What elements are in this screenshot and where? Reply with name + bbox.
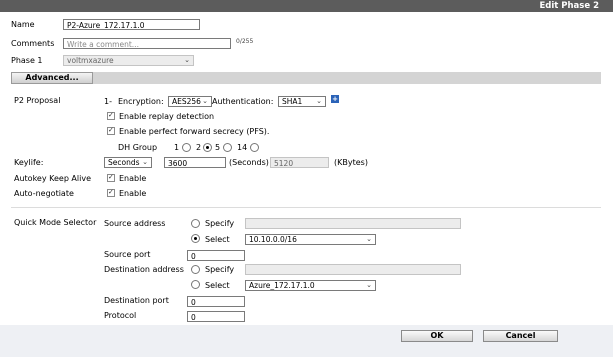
autonegotiate-enable-label: Enable <box>119 189 147 198</box>
chevron-down-icon: ⌄ <box>142 158 148 166</box>
dh-radio-14[interactable] <box>250 143 259 152</box>
keylife-unit-value: Seconds <box>108 158 140 167</box>
name-input[interactable]: P2-Azure_172.17.1.0 <box>63 19 200 30</box>
autonegotiate-checkbox[interactable]: ✓ <box>107 188 115 197</box>
comments-counter: 0/255 <box>236 38 254 45</box>
authentication-select[interactable]: SHA1 ⌄ <box>278 96 326 107</box>
title-bar: Edit Phase 2 <box>0 0 613 12</box>
source-port-input[interactable]: 0 <box>187 250 245 261</box>
destination-specify-radio[interactable] <box>191 265 200 274</box>
autokey-enable-label: Enable <box>119 174 147 183</box>
destination-address-select[interactable]: Azure_172.17.1.0 ⌄ <box>245 280 376 291</box>
pfs-label: Enable perfect forward secrecy (PFS). <box>119 127 270 136</box>
autokey-label: Autokey Keep Alive <box>14 174 92 183</box>
phase1-label: Phase 1 <box>11 56 43 65</box>
dialog-title: Edit Phase 2 <box>539 1 599 11</box>
chevron-down-icon: ⌄ <box>202 97 208 105</box>
replay-detection-checkbox[interactable]: ✓ <box>107 111 115 120</box>
comments-input[interactable]: Write a comment... <box>63 38 231 49</box>
keylife-seconds-input[interactable]: 3600 <box>164 157 226 168</box>
comments-label: Comments <box>11 39 55 48</box>
encryption-label: Encryption: <box>118 97 164 106</box>
destination-select-label: Select <box>205 281 230 290</box>
source-specify-input[interactable] <box>245 218 461 229</box>
authentication-label: Authentication: <box>212 97 274 106</box>
source-specify-label: Specify <box>205 219 235 228</box>
destination-specify-input[interactable] <box>245 264 461 275</box>
name-label: Name <box>11 20 35 29</box>
quick-mode-selector-label: Quick Mode Selector <box>14 218 97 227</box>
dh-option-5-label: 5 <box>215 143 221 152</box>
source-address-label: Source address <box>104 219 166 228</box>
phase1-select[interactable]: voltmxazure ⌄ <box>63 55 194 66</box>
dh-option-2-label: 2 <box>196 143 202 152</box>
encryption-value: AES256 <box>172 97 201 106</box>
replay-detection-label: Enable replay detection <box>119 112 215 121</box>
keylife-seconds-label: (Seconds) <box>229 158 269 167</box>
destination-port-input[interactable]: 0 <box>187 296 245 307</box>
destination-specify-label: Specify <box>205 265 235 274</box>
add-proposal-icon[interactable]: + <box>331 95 339 103</box>
source-select-label: Select <box>205 235 230 244</box>
dh-group-label: DH Group <box>118 143 158 152</box>
comments-placeholder: Write a comment... <box>67 40 139 49</box>
keylife-label: Keylife: <box>14 158 44 167</box>
destination-address-value: Azure_172.17.1.0 <box>249 281 315 290</box>
destination-select-radio[interactable] <box>191 280 200 289</box>
chevron-down-icon: ⌄ <box>366 281 372 289</box>
autokey-checkbox[interactable]: ✓ <box>107 173 115 182</box>
dh-option-1-label: 1 <box>174 143 180 152</box>
advanced-button[interactable]: Advanced... <box>11 72 93 84</box>
ok-button[interactable]: OK <box>401 330 473 342</box>
chevron-down-icon: ⌄ <box>366 235 372 243</box>
encryption-select[interactable]: AES256 ⌄ <box>168 96 212 107</box>
protocol-label: Protocol <box>104 311 137 320</box>
source-address-value: 10.10.0.0/16 <box>249 235 297 244</box>
proposal-index: 1- <box>104 97 112 106</box>
autonegotiate-label: Auto-negotiate <box>14 189 74 198</box>
source-port-label: Source port <box>104 250 151 259</box>
pfs-checkbox[interactable]: ✓ <box>107 126 115 135</box>
dh-radio-5[interactable] <box>203 143 212 152</box>
keylife-unit-select[interactable]: Seconds ⌄ <box>104 157 152 168</box>
phase1-value: voltmxazure <box>67 56 114 65</box>
protocol-input[interactable]: 0 <box>187 311 245 322</box>
destination-port-label: Destination port <box>104 296 169 305</box>
destination-address-label: Destination address <box>104 265 184 274</box>
p2-proposal-label: P2 Proposal <box>14 96 61 105</box>
chevron-down-icon: ⌄ <box>316 97 322 105</box>
keylife-kbytes-label: (KBytes) <box>334 158 368 167</box>
authentication-value: SHA1 <box>282 97 303 106</box>
source-specify-radio[interactable] <box>191 219 200 228</box>
keylife-kbytes-input[interactable]: 5120 <box>270 157 329 168</box>
section-divider <box>11 207 601 208</box>
source-address-select[interactable]: 10.10.0.0/16 ⌄ <box>245 234 376 245</box>
chevron-down-icon: ⌄ <box>184 56 190 64</box>
source-select-radio[interactable] <box>191 234 200 243</box>
advanced-bar <box>11 72 601 84</box>
dh-radio-2[interactable] <box>223 143 232 152</box>
dh-option-14-label: 14 <box>237 143 248 152</box>
dh-radio-1[interactable] <box>182 143 191 152</box>
cancel-button[interactable]: Cancel <box>483 330 558 342</box>
